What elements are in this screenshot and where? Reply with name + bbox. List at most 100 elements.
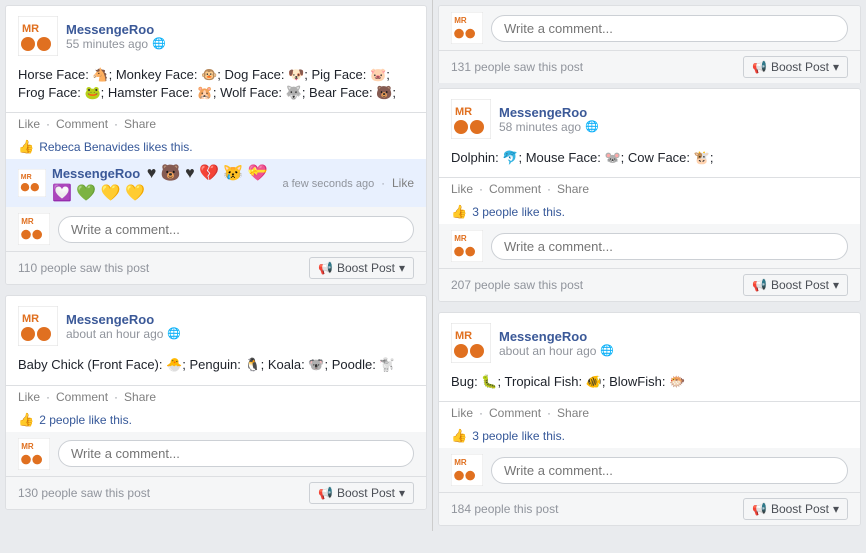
saw-count: 130 people saw this post: [18, 486, 150, 500]
like-action[interactable]: Like: [18, 117, 40, 131]
avatar: MR: [18, 306, 58, 346]
comment-action[interactable]: Comment: [489, 182, 541, 196]
feed-container: MR MessengeRoo 55 minutes ago 🌐 Horse Fa…: [0, 0, 866, 531]
right-column: MR 131 people saw this post 📢 Boost Post…: [433, 0, 866, 531]
post-actions: Like · Comment · Share: [439, 401, 860, 424]
likes-text: 3 people like this.: [472, 429, 565, 443]
likes-text: 2 people like this.: [39, 413, 132, 427]
post-actions: Like · Comment · Share: [439, 177, 860, 200]
svg-text:MR: MR: [454, 459, 467, 468]
svg-text:MR: MR: [22, 313, 39, 325]
top-post-footer: 131 people saw this post 📢 Boost Post ▾: [439, 50, 860, 83]
share-action[interactable]: Share: [557, 182, 589, 196]
chevron-down-icon: ▾: [833, 278, 839, 292]
top-comment-input[interactable]: [491, 15, 848, 42]
svg-text:MR: MR: [21, 218, 34, 227]
top-comment-card: MR 131 people saw this post 📢 Boost Post…: [438, 5, 861, 83]
post-header: MR MessengeRoo 58 minutes ago 🌐: [439, 89, 860, 145]
post-meta: MessengeRoo about an hour ago 🌐: [66, 312, 414, 341]
left-column: MR MessengeRoo 55 minutes ago 🌐 Horse Fa…: [0, 0, 433, 531]
reaction-like[interactable]: Like: [392, 176, 414, 190]
reaction-content: MessengeRoo ♥ 🐻 ♥ 💔 😿 💝 💟 💚 💛 💛: [52, 163, 276, 203]
post-author[interactable]: MessengeRoo: [499, 329, 848, 344]
comment-input-row: MR: [6, 207, 426, 251]
post-meta: MessengeRoo about an hour ago 🌐: [499, 329, 848, 358]
post-footer: 184 people this post 📢 Boost Post ▾: [439, 492, 860, 525]
svg-text:MR: MR: [454, 234, 467, 243]
like-action[interactable]: Like: [18, 390, 40, 404]
avatar: MR: [451, 99, 491, 139]
comment-avatar: MR: [451, 12, 483, 44]
post-header: MR MessengeRoo about an hour ago 🌐: [439, 313, 860, 369]
globe-icon: 🌐: [152, 37, 166, 50]
top-saw-count: 131 people saw this post: [451, 60, 583, 74]
likes-row: 👍 2 people like this.: [6, 408, 426, 432]
comment-avatar: MR: [451, 230, 483, 262]
like-action[interactable]: Like: [451, 406, 473, 420]
share-action[interactable]: Share: [124, 390, 156, 404]
post-meta: MessengeRoo 55 minutes ago 🌐: [66, 22, 414, 51]
reactor-avatar: MR: [18, 169, 46, 197]
share-action[interactable]: Share: [557, 406, 589, 420]
globe-icon: 🌐: [600, 344, 614, 357]
svg-text:MR: MR: [455, 106, 472, 118]
boost-post-button[interactable]: 📢 Boost Post ▾: [743, 498, 848, 520]
share-action[interactable]: Share: [124, 117, 156, 131]
comment-avatar: MR: [18, 438, 50, 470]
reaction-actor[interactable]: MessengeRoo: [52, 166, 140, 181]
top-comment-input-row: MR: [439, 6, 860, 50]
comment-action[interactable]: Comment: [56, 117, 108, 131]
globe-icon: 🌐: [167, 327, 181, 340]
comment-input-row: MR: [439, 448, 860, 492]
comment-input-row: MR: [439, 224, 860, 268]
post-author[interactable]: MessengeRoo: [66, 22, 414, 37]
comment-input[interactable]: [58, 216, 414, 243]
post-footer: 207 people saw this post 📢 Boost Post ▾: [439, 268, 860, 301]
saw-count: 207 people saw this post: [451, 278, 583, 292]
saw-count: 184 people this post: [451, 502, 558, 516]
comment-input[interactable]: [58, 440, 414, 467]
post-author[interactable]: MessengeRoo: [499, 105, 848, 120]
avatar: MR: [18, 16, 58, 56]
reaction-bar-row: MR MessengeRoo ♥ 🐻 ♥ 💔 😿 💝 💟 💚 💛 💛 a few…: [6, 159, 426, 207]
comment-avatar: MR: [451, 454, 483, 486]
megaphone-icon: 📢: [752, 502, 767, 516]
comment-input[interactable]: [491, 233, 848, 260]
top-boost-button[interactable]: 📢 Boost Post ▾: [743, 56, 848, 78]
post-time: 58 minutes ago 🌐: [499, 120, 848, 134]
likes-row: 👍 3 people like this.: [439, 200, 860, 224]
post-card: MR MessengeRoo about an hour ago 🌐 Baby …: [5, 295, 427, 509]
svg-text:MR: MR: [21, 442, 34, 451]
boost-post-button[interactable]: 📢 Boost Post ▾: [309, 482, 414, 504]
boost-post-button[interactable]: 📢 Boost Post ▾: [743, 274, 848, 296]
thumbs-up-icon: 👍: [451, 428, 467, 444]
thumbs-up-icon: 👍: [451, 204, 467, 220]
thumbs-up-icon: 👍: [18, 412, 34, 428]
post-header: MR MessengeRoo 55 minutes ago 🌐: [6, 6, 426, 62]
post-footer: 130 people saw this post 📢 Boost Post ▾: [6, 476, 426, 509]
post-body: Dolphin: 🐬; Mouse Face: 🐭; Cow Face: 🐮;: [439, 145, 860, 177]
svg-text:MR: MR: [21, 174, 32, 181]
post-footer: 110 people saw this post 📢 Boost Post ▾: [6, 251, 426, 284]
post-actions: Like · Comment · Share: [6, 385, 426, 408]
comment-input[interactable]: [491, 457, 848, 484]
boost-post-button[interactable]: 📢 Boost Post ▾: [309, 257, 414, 279]
reaction-meta: a few seconds ago · Like: [282, 176, 414, 190]
megaphone-icon: 📢: [752, 278, 767, 292]
megaphone-icon: 📢: [318, 486, 333, 500]
comment-avatar: MR: [18, 213, 50, 245]
post-actions: Like · Comment · Share: [6, 112, 426, 135]
comment-input-row: MR: [6, 432, 426, 476]
chevron-down-icon: ▾: [399, 486, 405, 500]
globe-icon: 🌐: [585, 120, 599, 133]
likes-row: 👍 Rebeca Benavides likes this.: [6, 135, 426, 159]
comment-action[interactable]: Comment: [489, 406, 541, 420]
post-author[interactable]: MessengeRoo: [66, 312, 414, 327]
like-action[interactable]: Like: [451, 182, 473, 196]
thumbs-up-icon: 👍: [18, 139, 34, 155]
svg-text:MR: MR: [22, 23, 39, 35]
svg-text:MR: MR: [455, 330, 472, 342]
post-time: about an hour ago 🌐: [66, 327, 414, 341]
comment-action[interactable]: Comment: [56, 390, 108, 404]
avatar: MR: [451, 323, 491, 363]
